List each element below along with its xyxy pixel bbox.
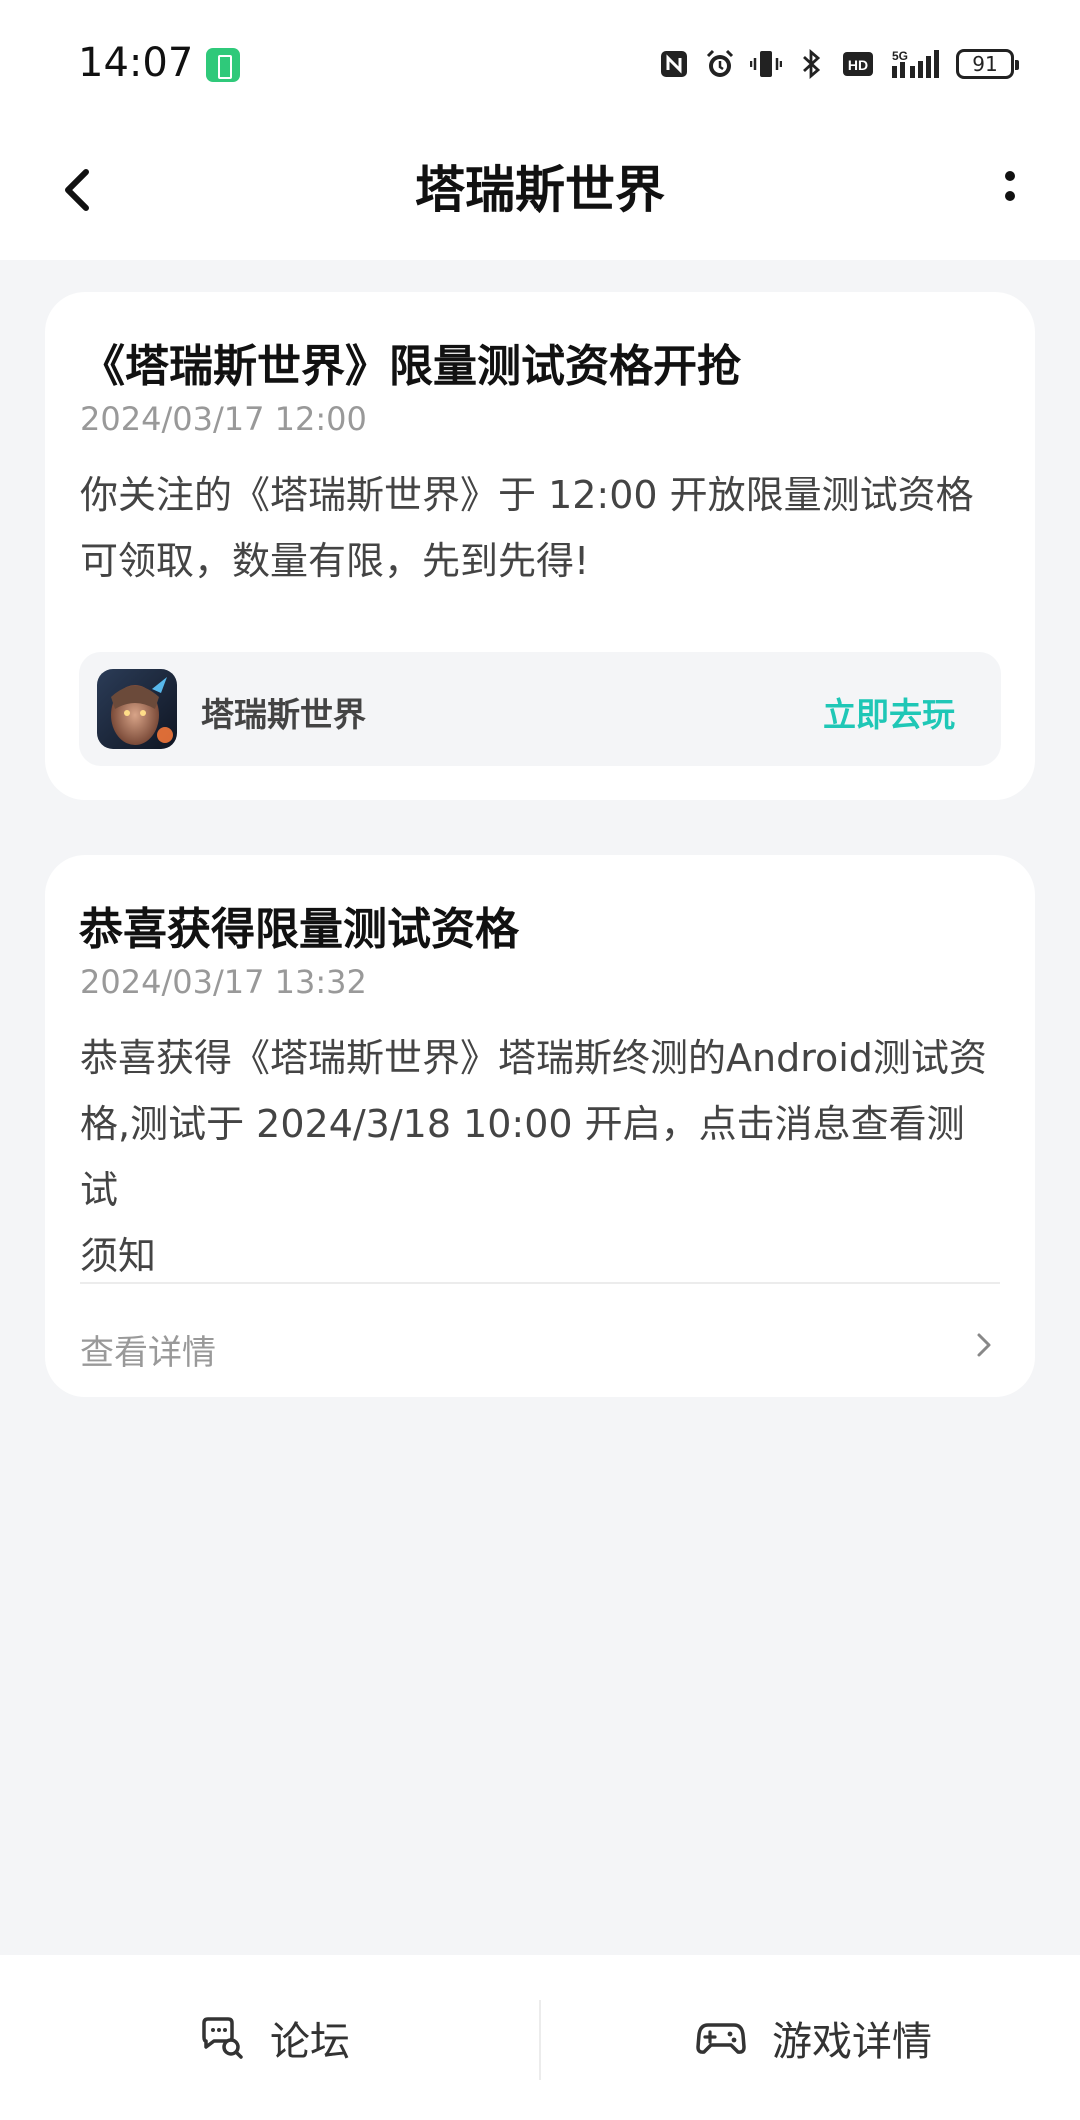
message-title: 《塔瑞斯世界》限量测试资格开抢	[81, 341, 741, 392]
chevron-right-icon[interactable]	[969, 1325, 999, 1365]
more-button[interactable]	[990, 155, 1030, 225]
battery-level: 91	[972, 52, 998, 76]
message-title: 恭喜获得限量测试资格	[79, 904, 519, 955]
message-time: 2024/03/17 13:32	[80, 963, 367, 1001]
message-card-1[interactable]: 《塔瑞斯世界》限量测试资格开抢 2024/03/17 12:00 你关注的《塔瑞…	[45, 292, 1035, 800]
hd-icon: HD	[842, 48, 874, 80]
divider	[539, 2000, 541, 2080]
bottom-action-bar: 论坛 游戏详情	[0, 1955, 1080, 2120]
view-details-link[interactable]: 查看详情	[80, 1325, 216, 1374]
game-details-button[interactable]: 游戏详情	[696, 2013, 932, 2065]
game-entry[interactable]: 塔瑞斯世界 立即去玩	[79, 652, 1001, 766]
svg-text:HD: HD	[848, 57, 868, 73]
message-body: 你关注的《塔瑞斯世界》于 12:00 开放限量测试资格 可领取，数量有限，先到先…	[80, 462, 1000, 594]
message-body-line: 格,测试于 2024/3/18 10:00 开启，点击消息查看测试	[80, 1102, 965, 1212]
forum-button[interactable]: 论坛	[198, 2013, 350, 2065]
bluetooth-icon	[796, 48, 828, 80]
game-name: 塔瑞斯世界	[201, 695, 366, 734]
play-now-button[interactable]: 立即去玩	[823, 688, 955, 736]
page-title: 塔瑞斯世界	[415, 161, 665, 219]
game-avatar	[97, 669, 177, 749]
battery-icon: 91	[956, 49, 1019, 79]
vibrate-icon	[750, 48, 782, 80]
more-icon	[1005, 171, 1015, 201]
alarm-icon	[704, 48, 736, 80]
message-time: 2024/03/17 12:00	[80, 400, 367, 438]
message-body-line: 你关注的《塔瑞斯世界》于 12:00 开放限量测试资格	[80, 473, 974, 517]
signal-icon: 5G	[888, 48, 942, 80]
forum-icon	[202, 2017, 243, 2059]
nfc-icon	[658, 48, 690, 80]
game-details-label: 游戏详情	[772, 2019, 932, 2065]
status-icons: HD 5G 91	[658, 44, 1019, 84]
battery-saver-icon	[206, 48, 240, 82]
divider	[80, 1282, 1000, 1284]
message-body: 恭喜获得《塔瑞斯世界》塔瑞斯终测的Android测试资 格,测试于 2024/3…	[80, 1025, 1000, 1289]
message-body-line: 恭喜获得《塔瑞斯世界》塔瑞斯终测的Android测试资	[80, 1036, 987, 1080]
status-bar: 14:07 HD 5G 91	[0, 0, 1080, 120]
status-time: 14:07	[78, 40, 194, 86]
gamepad-icon	[696, 2023, 746, 2054]
message-body-line: 可领取，数量有限，先到先得!	[80, 539, 590, 583]
message-body-line: 须知	[80, 1234, 157, 1278]
top-bar: 塔瑞斯世界	[0, 120, 1080, 260]
svg-text:5G: 5G	[892, 49, 908, 63]
forum-label: 论坛	[270, 2019, 350, 2065]
message-card-2[interactable]: 恭喜获得限量测试资格 2024/03/17 13:32 恭喜获得《塔瑞斯世界》塔…	[45, 855, 1035, 1397]
